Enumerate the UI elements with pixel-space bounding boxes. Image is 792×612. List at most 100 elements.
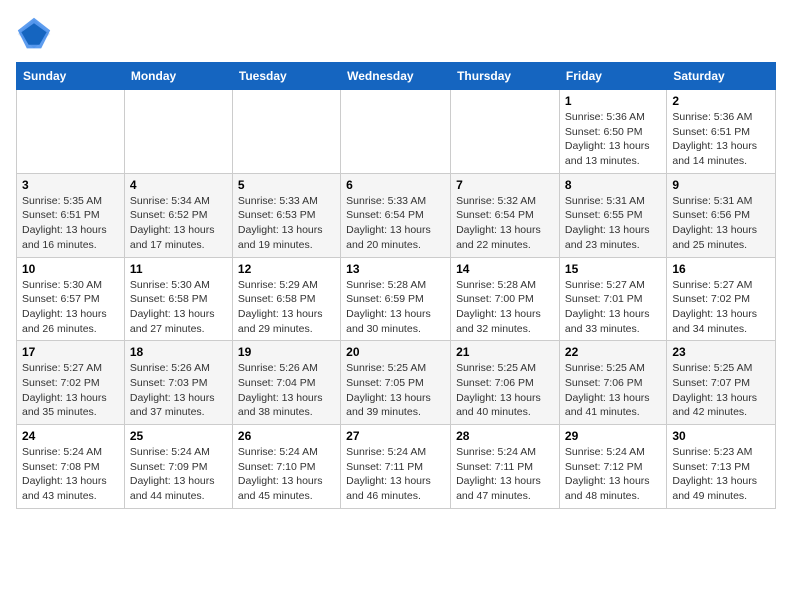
weekday-header-tuesday: Tuesday (232, 63, 340, 90)
day-info: Sunrise: 5:30 AM Sunset: 6:57 PM Dayligh… (22, 278, 119, 337)
day-number: 10 (22, 262, 119, 276)
calendar-cell: 14 Sunrise: 5:28 AM Sunset: 7:00 PM Dayli… (451, 257, 560, 341)
day-number: 27 (346, 429, 445, 443)
day-info: Sunrise: 5:30 AM Sunset: 6:58 PM Dayligh… (130, 278, 227, 337)
calendar-week-3: 10 Sunrise: 5:30 AM Sunset: 6:57 PM Dayli… (17, 257, 776, 341)
calendar-cell (451, 90, 560, 174)
calendar-cell: 19 Sunrise: 5:26 AM Sunset: 7:04 PM Dayli… (232, 341, 340, 425)
calendar-table: SundayMondayTuesdayWednesdayThursdayFrid… (16, 62, 776, 509)
calendar-cell: 29Sunrise: 5:24 AM Sunset: 7:12 PM Dayli… (559, 425, 666, 509)
day-info: Sunrise: 5:27 AM Sunset: 7:02 PM Dayligh… (22, 361, 119, 420)
calendar-cell: 3 Sunrise: 5:35 AM Sunset: 6:51 PM Daylig… (17, 173, 125, 257)
calendar-cell: 15 Sunrise: 5:27 AM Sunset: 7:01 PM Dayli… (559, 257, 666, 341)
day-info: Sunrise: 5:25 AM Sunset: 7:07 PM Dayligh… (672, 361, 770, 420)
day-number: 1 (565, 94, 661, 108)
day-info: Sunrise: 5:34 AM Sunset: 6:52 PM Dayligh… (130, 194, 227, 253)
weekday-header-thursday: Thursday (451, 63, 560, 90)
calendar-week-1: 1Sunrise: 5:36 AM Sunset: 6:50 PM Daylig… (17, 90, 776, 174)
day-number: 29 (565, 429, 661, 443)
calendar-cell: 30 Sunrise: 5:23 AM Sunset: 7:13 PM Dayli… (667, 425, 776, 509)
day-info: Sunrise: 5:24 AM Sunset: 7:08 PM Dayligh… (22, 445, 119, 504)
day-info: Sunrise: 5:32 AM Sunset: 6:54 PM Dayligh… (456, 194, 554, 253)
calendar-cell (17, 90, 125, 174)
day-number: 5 (238, 178, 335, 192)
day-info: Sunrise: 5:36 AM Sunset: 6:51 PM Dayligh… (672, 110, 770, 169)
day-info: Sunrise: 5:24 AM Sunset: 7:10 PM Dayligh… (238, 445, 335, 504)
calendar-cell: 1Sunrise: 5:36 AM Sunset: 6:50 PM Daylig… (559, 90, 666, 174)
day-number: 30 (672, 429, 770, 443)
logo (16, 16, 56, 52)
day-number: 14 (456, 262, 554, 276)
day-number: 28 (456, 429, 554, 443)
day-number: 26 (238, 429, 335, 443)
day-number: 4 (130, 178, 227, 192)
day-info: Sunrise: 5:27 AM Sunset: 7:01 PM Dayligh… (565, 278, 661, 337)
calendar-cell: 13Sunrise: 5:28 AM Sunset: 6:59 PM Dayli… (341, 257, 451, 341)
day-info: Sunrise: 5:31 AM Sunset: 6:56 PM Dayligh… (672, 194, 770, 253)
calendar-cell: 20Sunrise: 5:25 AM Sunset: 7:05 PM Dayli… (341, 341, 451, 425)
calendar-cell: 8 Sunrise: 5:31 AM Sunset: 6:55 PM Daylig… (559, 173, 666, 257)
day-number: 8 (565, 178, 661, 192)
logo-icon (16, 16, 52, 52)
day-number: 13 (346, 262, 445, 276)
calendar-cell (341, 90, 451, 174)
day-info: Sunrise: 5:28 AM Sunset: 7:00 PM Dayligh… (456, 278, 554, 337)
day-info: Sunrise: 5:31 AM Sunset: 6:55 PM Dayligh… (565, 194, 661, 253)
calendar-cell: 22 Sunrise: 5:25 AM Sunset: 7:06 PM Dayli… (559, 341, 666, 425)
calendar-cell: 2 Sunrise: 5:36 AM Sunset: 6:51 PM Daylig… (667, 90, 776, 174)
day-number: 7 (456, 178, 554, 192)
calendar-cell: 9 Sunrise: 5:31 AM Sunset: 6:56 PM Daylig… (667, 173, 776, 257)
calendar-cell: 28 Sunrise: 5:24 AM Sunset: 7:11 PM Dayli… (451, 425, 560, 509)
day-info: Sunrise: 5:24 AM Sunset: 7:11 PM Dayligh… (346, 445, 445, 504)
calendar-cell: 23Sunrise: 5:25 AM Sunset: 7:07 PM Dayli… (667, 341, 776, 425)
weekday-header-wednesday: Wednesday (341, 63, 451, 90)
calendar-week-4: 17 Sunrise: 5:27 AM Sunset: 7:02 PM Dayli… (17, 341, 776, 425)
day-info: Sunrise: 5:26 AM Sunset: 7:03 PM Dayligh… (130, 361, 227, 420)
calendar-cell: 7 Sunrise: 5:32 AM Sunset: 6:54 PM Daylig… (451, 173, 560, 257)
weekday-header-sunday: Sunday (17, 63, 125, 90)
day-info: Sunrise: 5:26 AM Sunset: 7:04 PM Dayligh… (238, 361, 335, 420)
calendar-cell: 17 Sunrise: 5:27 AM Sunset: 7:02 PM Dayli… (17, 341, 125, 425)
day-info: Sunrise: 5:25 AM Sunset: 7:06 PM Dayligh… (456, 361, 554, 420)
day-number: 9 (672, 178, 770, 192)
calendar-cell: 21 Sunrise: 5:25 AM Sunset: 7:06 PM Dayli… (451, 341, 560, 425)
day-number: 21 (456, 345, 554, 359)
day-number: 11 (130, 262, 227, 276)
day-number: 18 (130, 345, 227, 359)
weekday-header-friday: Friday (559, 63, 666, 90)
calendar-week-5: 24 Sunrise: 5:24 AM Sunset: 7:08 PM Dayli… (17, 425, 776, 509)
calendar-cell: 25Sunrise: 5:24 AM Sunset: 7:09 PM Dayli… (124, 425, 232, 509)
calendar-cell: 12Sunrise: 5:29 AM Sunset: 6:58 PM Dayli… (232, 257, 340, 341)
weekday-header-saturday: Saturday (667, 63, 776, 90)
day-number: 2 (672, 94, 770, 108)
day-info: Sunrise: 5:33 AM Sunset: 6:53 PM Dayligh… (238, 194, 335, 253)
day-number: 16 (672, 262, 770, 276)
day-number: 12 (238, 262, 335, 276)
day-info: Sunrise: 5:35 AM Sunset: 6:51 PM Dayligh… (22, 194, 119, 253)
day-number: 3 (22, 178, 119, 192)
calendar-cell: 5 Sunrise: 5:33 AM Sunset: 6:53 PM Daylig… (232, 173, 340, 257)
day-number: 24 (22, 429, 119, 443)
day-number: 22 (565, 345, 661, 359)
calendar-cell: 26 Sunrise: 5:24 AM Sunset: 7:10 PM Dayli… (232, 425, 340, 509)
day-info: Sunrise: 5:24 AM Sunset: 7:09 PM Dayligh… (130, 445, 227, 504)
page-header (16, 16, 776, 52)
calendar-cell (232, 90, 340, 174)
day-info: Sunrise: 5:25 AM Sunset: 7:06 PM Dayligh… (565, 361, 661, 420)
weekday-header-row: SundayMondayTuesdayWednesdayThursdayFrid… (17, 63, 776, 90)
day-info: Sunrise: 5:27 AM Sunset: 7:02 PM Dayligh… (672, 278, 770, 337)
day-info: Sunrise: 5:25 AM Sunset: 7:05 PM Dayligh… (346, 361, 445, 420)
calendar-cell: 11 Sunrise: 5:30 AM Sunset: 6:58 PM Dayli… (124, 257, 232, 341)
calendar-cell: 4 Sunrise: 5:34 AM Sunset: 6:52 PM Daylig… (124, 173, 232, 257)
day-info: Sunrise: 5:24 AM Sunset: 7:11 PM Dayligh… (456, 445, 554, 504)
day-number: 19 (238, 345, 335, 359)
day-info: Sunrise: 5:23 AM Sunset: 7:13 PM Dayligh… (672, 445, 770, 504)
calendar-cell: 27 Sunrise: 5:24 AM Sunset: 7:11 PM Dayli… (341, 425, 451, 509)
day-number: 15 (565, 262, 661, 276)
calendar-cell: 10 Sunrise: 5:30 AM Sunset: 6:57 PM Dayli… (17, 257, 125, 341)
calendar-week-2: 3 Sunrise: 5:35 AM Sunset: 6:51 PM Daylig… (17, 173, 776, 257)
calendar-cell (124, 90, 232, 174)
calendar-cell: 6Sunrise: 5:33 AM Sunset: 6:54 PM Daylig… (341, 173, 451, 257)
day-number: 6 (346, 178, 445, 192)
day-number: 17 (22, 345, 119, 359)
